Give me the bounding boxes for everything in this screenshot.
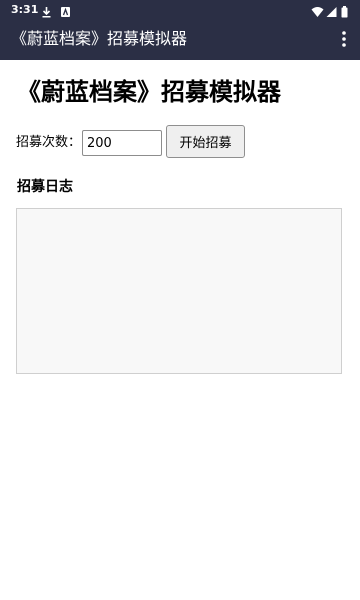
more-vert-icon[interactable]: [340, 29, 348, 49]
recruit-log-box[interactable]: [16, 208, 342, 374]
page-title: 《蔚蓝档案》招募模拟器: [17, 78, 281, 106]
app-bar-title: 《蔚蓝档案》招募模拟器: [11, 29, 188, 48]
status-time: 3:31: [11, 3, 39, 16]
start-recruit-button[interactable]: 开始招募: [166, 125, 245, 158]
app-bar: 《蔚蓝档案》招募模拟器: [0, 19, 360, 60]
recruit-count-label: 招募次数：: [16, 135, 82, 150]
status-bar: 3:31: [0, 0, 360, 19]
recruit-count-input[interactable]: [82, 130, 162, 156]
recruit-log-heading: 招募日志: [17, 179, 73, 195]
